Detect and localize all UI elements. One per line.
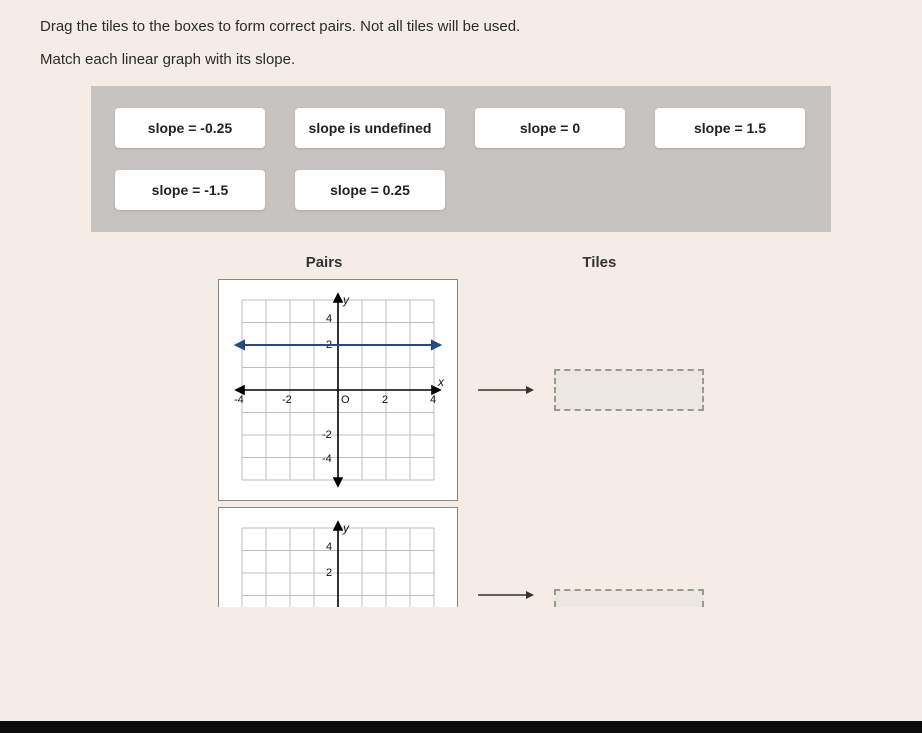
svg-text:2: 2 [326, 567, 332, 579]
dropzone-1[interactable] [554, 369, 704, 411]
graph-2-svg: y 4 2 [230, 518, 446, 607]
tile-slope-0[interactable]: slope = 0 [475, 108, 625, 148]
tile-bank: slope = -0.25 slope is undefined slope =… [91, 86, 831, 232]
pair-row-1: y x 4 2 -2 -4 -4 -2 O 2 4 [218, 279, 704, 501]
tile-slope-undefined[interactable]: slope is undefined [295, 108, 445, 148]
tile-slope-0-25[interactable]: slope = 0.25 [295, 170, 445, 210]
graph-2: y 4 2 [218, 507, 458, 607]
bottom-bar [0, 721, 922, 733]
svg-text:-2: -2 [282, 394, 292, 406]
instruction-text: Drag the tiles to the boxes to form corr… [0, 0, 922, 41]
svg-text:-4: -4 [234, 394, 244, 406]
arrow-icon [476, 380, 536, 400]
svg-text:4: 4 [326, 541, 332, 553]
graph-1-svg: y x 4 2 -2 -4 -4 -2 O 2 4 [230, 290, 446, 490]
arrow-icon-2 [476, 585, 536, 605]
graph-1: y x 4 2 -2 -4 -4 -2 O 2 4 [218, 279, 458, 501]
tiles-header: Tiles [582, 254, 616, 271]
x-axis-label: x [437, 375, 445, 389]
y-axis-label: y [342, 293, 350, 307]
svg-text:2: 2 [382, 394, 388, 406]
tile-slope-neg-1-5[interactable]: slope = -1.5 [115, 170, 265, 210]
tile-slope-neg-0-25[interactable]: slope = -0.25 [115, 108, 265, 148]
dropzone-2[interactable] [554, 589, 704, 607]
pair-row-2: y 4 2 [218, 507, 704, 607]
svg-text:-4: -4 [322, 453, 332, 465]
subinstruction-text: Match each linear graph with its slope. [0, 41, 922, 86]
column-headers: Pairs Tiles [0, 254, 922, 271]
svg-text:4: 4 [326, 313, 332, 325]
pairs-header: Pairs [306, 254, 343, 271]
svg-text:O: O [341, 394, 350, 406]
svg-text:4: 4 [430, 394, 436, 406]
pairs-area: y x 4 2 -2 -4 -4 -2 O 2 4 [0, 279, 922, 607]
y-axis-label-2: y [342, 521, 350, 535]
tile-slope-1-5[interactable]: slope = 1.5 [655, 108, 805, 148]
svg-text:-2: -2 [322, 429, 332, 441]
